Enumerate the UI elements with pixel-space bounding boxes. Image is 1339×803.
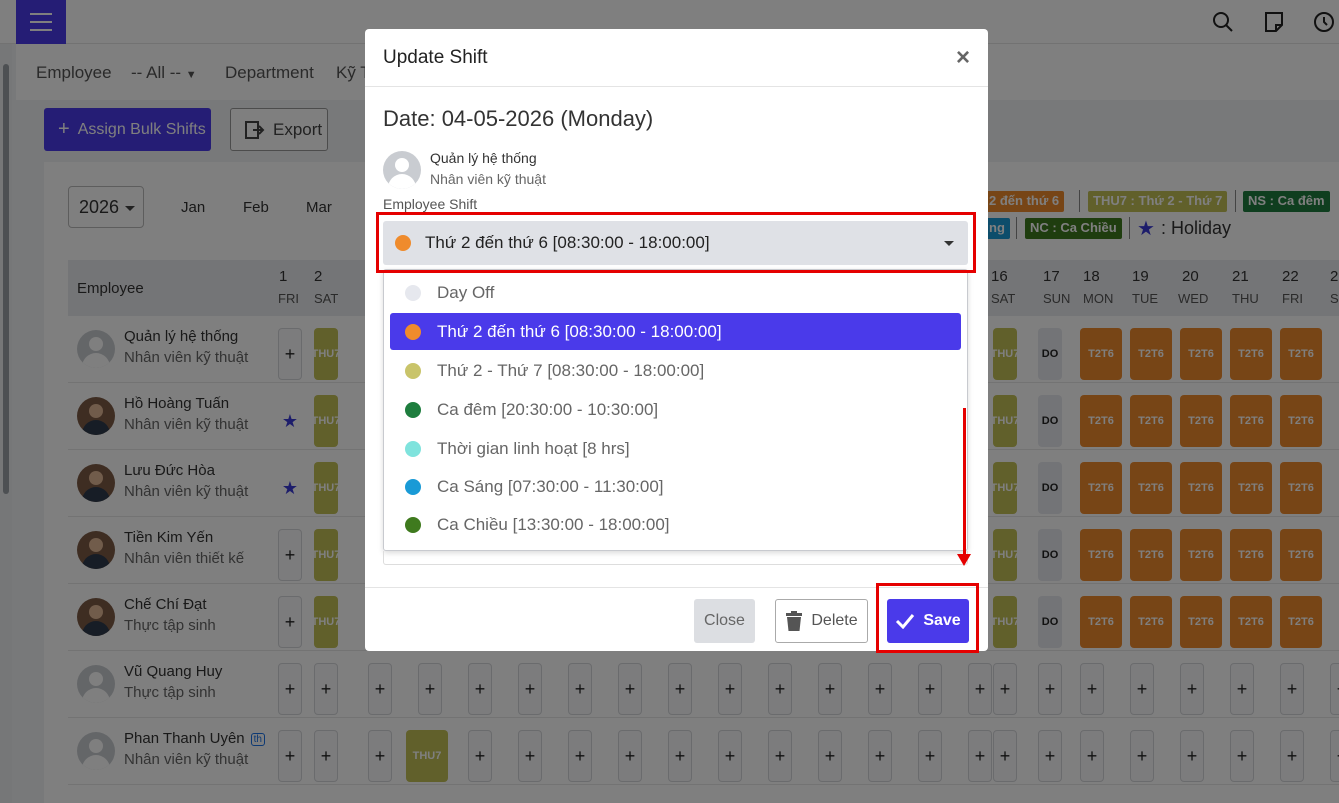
annotation-arrow (957, 408, 971, 566)
modal-employee-role: Nhân viên kỹ thuật (430, 171, 546, 187)
close-button-label: Close (704, 612, 745, 629)
shift-color-dot (405, 323, 421, 340)
shift-option[interactable]: Ca Chiều [13:30:00 - 18:00:00] (390, 506, 961, 543)
annotation-highlight-save (876, 583, 979, 653)
delete-button[interactable]: Delete (775, 599, 868, 643)
annotation-highlight-select (376, 212, 976, 273)
delete-button-label: Delete (811, 612, 858, 629)
avatar (383, 151, 421, 189)
trash-icon (786, 611, 803, 631)
modal-title: Update Shift (383, 47, 488, 68)
shift-option[interactable]: Day Off (390, 274, 961, 311)
shift-option[interactable]: Thời gian linh hoạt [8 hrs] (390, 430, 961, 467)
employee-shift-label: Employee Shift (383, 196, 478, 212)
close-icon[interactable]: × (956, 46, 970, 70)
hidden-field-edge (383, 551, 968, 565)
shift-option-label: Ca Sáng [07:30:00 - 11:30:00] (437, 476, 664, 496)
modal-employee-name: Quản lý hệ thống (430, 150, 537, 166)
shift-color-dot (405, 516, 421, 533)
shift-color-dot (405, 284, 421, 301)
shift-option[interactable]: Thứ 2 - Thứ 7 [08:30:00 - 18:00:00] (390, 352, 961, 389)
shift-color-dot (405, 362, 421, 379)
shift-option-label: Thứ 2 đến thứ 6 [08:30:00 - 18:00:00] (437, 321, 722, 341)
shift-option[interactable]: Thứ 2 đến thứ 6 [08:30:00 - 18:00:00] (390, 313, 961, 350)
shift-color-dot (405, 440, 421, 457)
modal-header: Update Shift × (365, 29, 988, 87)
shift-date: Date: 04-05-2026 (Monday) (383, 106, 654, 131)
shift-options-dropdown: Day Off Thứ 2 đến thứ 6 [08:30:00 - 18:00… (383, 269, 968, 551)
update-shift-modal: Update Shift × Date: 04-05-2026 (Monday)… (365, 29, 988, 651)
shift-option[interactable]: Ca Sáng [07:30:00 - 11:30:00] (390, 468, 961, 505)
shift-option-label: Thứ 2 - Thứ 7 [08:30:00 - 18:00:00] (437, 360, 705, 380)
close-button[interactable]: Close (694, 599, 755, 643)
shift-option[interactable]: Ca đêm [20:30:00 - 10:30:00] (390, 391, 961, 428)
shift-option-label: Day Off (437, 282, 495, 302)
shift-color-dot (405, 401, 421, 418)
shift-option-label: Ca Chiều [13:30:00 - 18:00:00] (437, 514, 670, 534)
shift-option-label: Thời gian linh hoạt [8 hrs] (437, 438, 630, 458)
shift-option-label: Ca đêm [20:30:00 - 10:30:00] (437, 399, 659, 419)
shift-color-dot (405, 478, 421, 495)
